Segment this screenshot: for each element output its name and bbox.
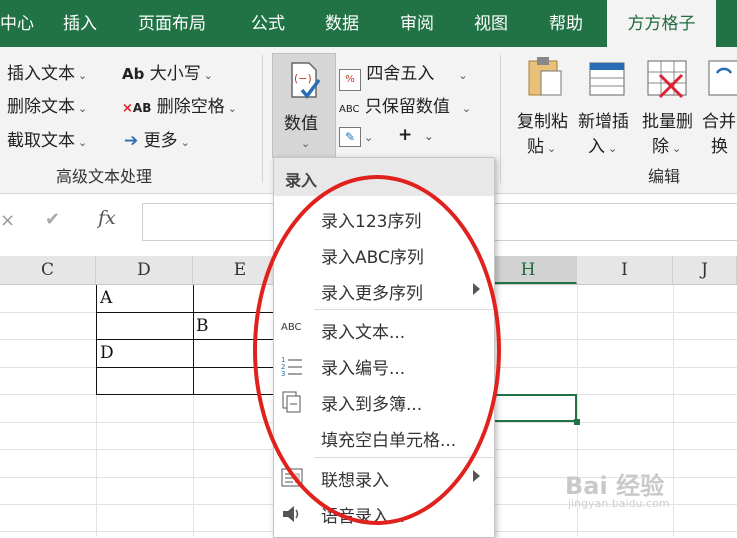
tab-review[interactable]: 审阅	[400, 0, 434, 47]
more-button[interactable]: ➔ 更多 ⌄	[124, 126, 190, 151]
column-header-j[interactable]: J	[673, 256, 737, 284]
submenu-arrow-icon	[473, 470, 480, 482]
tab-center[interactable]: 中心	[0, 0, 34, 47]
insert-text-button[interactable]: 插入文本 ⌄	[7, 59, 87, 84]
cell-d3[interactable]: D	[100, 343, 114, 363]
tab-data[interactable]: 数据	[325, 0, 359, 47]
delete-table-icon	[647, 60, 687, 99]
numeric-button[interactable]: (−) 数值 ⌄	[272, 53, 336, 158]
delete-space-button[interactable]: ×AB 删除空格 ⌄	[122, 92, 237, 117]
column-header-i[interactable]: I	[577, 256, 673, 284]
text-group-label: 高级文本处理	[56, 167, 153, 186]
column-header-c[interactable]: C	[0, 256, 96, 284]
edit-group-label: 编辑	[648, 167, 681, 186]
arrow-right-icon: ➔	[124, 131, 139, 151]
insert-rows-icon	[589, 62, 625, 96]
copy-paste-button[interactable]: 复制粘 贴 ⌄	[511, 55, 575, 157]
keep-numbers-button[interactable]: ABC 只保留数值 ⌄	[339, 92, 471, 117]
tab-fangfang[interactable]: 方方格子	[607, 0, 716, 47]
tab-view[interactable]: 视图	[474, 0, 508, 47]
annotation-ellipse	[253, 175, 501, 525]
svg-text:(−): (−)	[294, 72, 312, 85]
tab-formulas[interactable]: 公式	[251, 0, 285, 47]
group-separator	[500, 55, 501, 183]
function-icon[interactable]: fx	[98, 207, 116, 229]
clipboard-icon	[528, 57, 562, 96]
extract-text-button[interactable]: 截取文本 ⌄	[7, 126, 87, 151]
keep-numbers-icon: ABC	[339, 104, 360, 115]
delete-space-icon: ×AB	[122, 101, 152, 116]
fill-handle[interactable]	[574, 419, 580, 425]
enter-check-icon[interactable]: ✔	[45, 209, 60, 230]
tab-help[interactable]: 帮助	[549, 0, 583, 47]
plus-button[interactable]: + ⌄	[398, 125, 433, 145]
speaker-icon	[281, 503, 303, 523]
pencil-table-icon: ✎	[339, 127, 361, 147]
numeric-icon: (−)	[291, 62, 321, 99]
cell-e2[interactable]: B	[196, 316, 209, 336]
baidu-watermark-url: jingyan.baidu.com	[568, 497, 670, 510]
group-separator	[262, 55, 263, 183]
cell-d1[interactable]: A	[100, 288, 112, 308]
tab-insert[interactable]: 插入	[63, 0, 97, 47]
round-icon: %	[339, 69, 361, 91]
cancel-icon[interactable]: ×	[0, 210, 15, 231]
tab-page-layout[interactable]: 页面布局	[138, 0, 206, 47]
ribbon-tab-bar: 中心 插入 页面布局 公式 数据 审阅 视图 帮助 方方格子	[0, 0, 737, 47]
merge-button[interactable]: 合并 换	[702, 55, 737, 155]
case-icon: Ab	[122, 65, 145, 83]
delete-text-button[interactable]: 删除文本 ⌄	[7, 92, 87, 117]
baidu-watermark: Bai 经验	[565, 472, 665, 500]
case-button[interactable]: Ab 大小写 ⌄	[122, 59, 213, 84]
edit-icon-button[interactable]: ✎ ⌄	[339, 126, 373, 147]
new-insert-button[interactable]: 新增插 入 ⌄	[576, 55, 640, 157]
column-header-d[interactable]: D	[96, 256, 193, 284]
round-button[interactable]: % 四舍五入 ⌄	[339, 59, 468, 91]
merge-icon	[708, 60, 737, 96]
batch-delete-button[interactable]: 批量删 除 ⌄	[640, 55, 702, 157]
